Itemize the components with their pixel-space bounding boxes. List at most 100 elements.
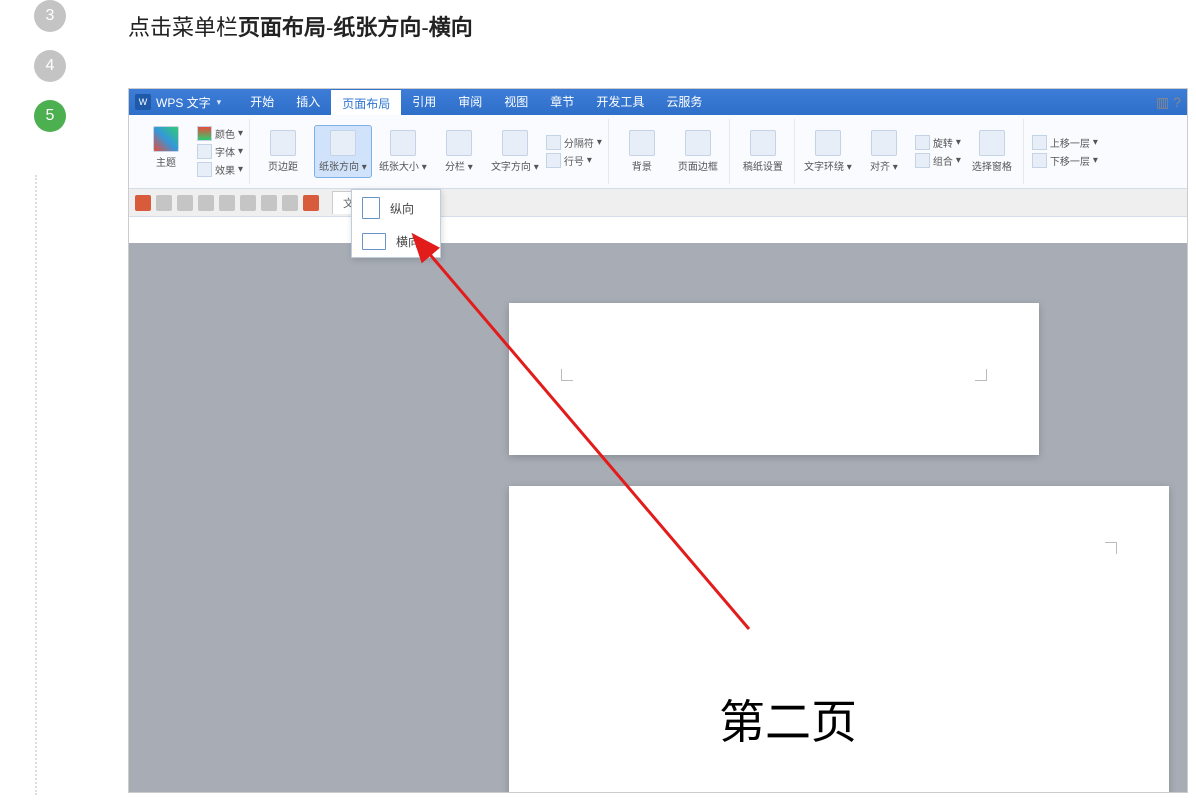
instruction-bold-1: 页面布局 [238, 15, 326, 40]
instruction-bold-2: 纸张方向 [333, 15, 421, 40]
ribbon-group-layers: 上移一层 ▾ 下移一层 ▾ [1026, 119, 1104, 184]
wps-window: W WPS 文字 ▾ 开始 插入 页面布局 引用 审阅 视图 章节 开发工具 云… [128, 88, 1188, 793]
ribbon-size-label: 纸张大小 ▾ [379, 158, 427, 173]
ribbon-wrap-label: 文字环绕 ▾ [804, 158, 852, 173]
qat-icon-6[interactable] [240, 195, 256, 211]
ribbon-down-button[interactable]: 下移一层 ▾ [1032, 153, 1098, 168]
dropdown-landscape-label: 横向 [396, 233, 420, 250]
tab-pagelayout[interactable]: 页面布局 [331, 88, 401, 117]
landscape-icon [362, 233, 386, 250]
window-min-icon[interactable]: ▥ [1156, 94, 1169, 111]
color-icon [197, 126, 212, 141]
ribbon-down-label: 下移一层 [1050, 153, 1090, 168]
menu-tabs: 开始 插入 页面布局 引用 审阅 视图 章节 开发工具 云服务 [239, 88, 713, 117]
ribbon-orientation-label: 纸张方向 ▾ [319, 158, 367, 173]
up-icon [1032, 135, 1047, 150]
ribbon-bg-label: 背景 [632, 158, 652, 173]
ribbon-textdir-label: 文字方向 ▾ [491, 158, 539, 173]
group-icon [915, 153, 930, 168]
ribbon-bg-button[interactable]: 背景 [617, 130, 667, 173]
ribbon-color-label: 颜色 [215, 126, 235, 141]
ribbon-border-button[interactable]: 页面边框 [673, 130, 723, 173]
effect-icon [197, 162, 212, 177]
titlebar-right-icons: ▥ ? [1156, 94, 1181, 111]
qat-icon-5[interactable] [219, 195, 235, 211]
ribbon-paper-button[interactable]: 稿纸设置 [738, 130, 788, 173]
ribbon-group-label: 组合 [933, 153, 953, 168]
ribbon-linenum-button[interactable]: 行号 ▾ [546, 153, 602, 168]
ribbon-group-paper: 稿纸设置 [732, 119, 795, 184]
qat-icon-8[interactable] [282, 195, 298, 211]
tab-cloud[interactable]: 云服务 [655, 88, 713, 117]
step-connector-line [35, 175, 37, 795]
dropdown-portrait[interactable]: 纵向 [352, 190, 440, 226]
ribbon-up-button[interactable]: 上移一层 ▾ [1032, 135, 1098, 150]
ribbon-color-button[interactable]: 颜色 ▾ [197, 126, 243, 141]
step-badge-5: 5 [34, 100, 66, 132]
ribbon-theme-label: 主题 [156, 154, 176, 169]
page-corner-mark [975, 369, 987, 381]
ribbon-orientation-button[interactable]: 纸张方向 ▾ [314, 125, 372, 178]
page-corner-mark [1105, 542, 1117, 554]
rotate-icon [915, 135, 930, 150]
ribbon-align-button[interactable]: 对齐 ▾ [859, 130, 909, 173]
pane-icon [979, 130, 1005, 156]
qat-icon-4[interactable] [198, 195, 214, 211]
ribbon-textdir-button[interactable]: 文字方向 ▾ [490, 130, 540, 173]
qat-icon-7[interactable] [261, 195, 277, 211]
qat-icon-9[interactable] [303, 195, 319, 211]
ribbon-theme-button[interactable]: 主题 [141, 126, 191, 177]
ribbon-effect-label: 效果 [215, 162, 235, 177]
paper-icon [750, 130, 776, 156]
page-2: 第二页 [509, 486, 1169, 792]
qat-icon-2[interactable] [156, 195, 172, 211]
border-icon [685, 130, 711, 156]
dropdown-landscape[interactable]: 横向 [352, 226, 440, 257]
ribbon-margins-label: 页边距 [268, 158, 298, 173]
ribbon-group-pagesetup: 页边距 纸张方向 ▾ 纸张大小 ▾ 分栏 ▾ 文字方向 ▾ 分隔符 ▾ 行号 ▾ [252, 119, 609, 184]
bg-icon [629, 130, 655, 156]
linenum-icon [546, 153, 561, 168]
ribbon-breaks-label: 分隔符 [564, 135, 594, 150]
ribbon-group-button[interactable]: 组合 ▾ [915, 153, 961, 168]
ribbon-up-label: 上移一层 [1050, 135, 1090, 150]
align-icon [871, 130, 897, 156]
ribbon-font-label: 字体 [215, 144, 235, 159]
ribbon-columns-label: 分栏 ▾ [445, 158, 473, 173]
tab-insert[interactable]: 插入 [285, 88, 331, 117]
titlebar-dropdown-icon[interactable]: ▾ [217, 97, 222, 108]
tab-review[interactable]: 审阅 [447, 88, 493, 117]
qat-icon-1[interactable] [135, 195, 151, 211]
tab-references[interactable]: 引用 [401, 88, 447, 117]
tab-start[interactable]: 开始 [239, 88, 285, 117]
window-help-icon[interactable]: ? [1173, 94, 1181, 111]
margins-icon [270, 130, 296, 156]
instruction-bold-3: 横向 [429, 15, 473, 40]
ribbon-margins-button[interactable]: 页边距 [258, 130, 308, 173]
down-icon [1032, 153, 1047, 168]
ribbon-rotate-button[interactable]: 旋转 ▾ [915, 135, 961, 150]
theme-icon [153, 126, 179, 152]
ribbon: 主题 颜色 ▾ 字体 ▾ 效果 ▾ 页边距 纸张方向 ▾ 纸张大小 ▾ [129, 115, 1187, 189]
orientation-icon [330, 130, 356, 156]
ribbon-pane-button[interactable]: 选择窗格 [967, 130, 1017, 173]
instruction-prefix: 点击菜单栏 [128, 15, 238, 40]
portrait-icon [362, 197, 380, 219]
font-icon [197, 144, 212, 159]
ribbon-font-button[interactable]: 字体 ▾ [197, 144, 243, 159]
tab-view[interactable]: 视图 [493, 88, 539, 117]
step-sidebar: 3 4 5 [20, 0, 80, 150]
ribbon-effect-button[interactable]: 效果 ▾ [197, 162, 243, 177]
size-icon [390, 130, 416, 156]
page-corner-mark [561, 369, 573, 381]
ribbon-wrap-button[interactable]: 文字环绕 ▾ [803, 130, 853, 173]
ribbon-columns-button[interactable]: 分栏 ▾ [434, 130, 484, 173]
ribbon-size-button[interactable]: 纸张大小 ▾ [378, 130, 428, 173]
tab-devtools[interactable]: 开发工具 [585, 88, 655, 117]
tab-section[interactable]: 章节 [539, 88, 585, 117]
qat-icon-3[interactable] [177, 195, 193, 211]
titlebar: W WPS 文字 ▾ 开始 插入 页面布局 引用 审阅 视图 章节 开发工具 云… [129, 89, 1187, 115]
ribbon-group-theme: 主题 颜色 ▾ 字体 ▾ 效果 ▾ [135, 119, 250, 184]
ribbon-breaks-button[interactable]: 分隔符 ▾ [546, 135, 602, 150]
document-area[interactable]: 第二页 [129, 243, 1187, 792]
